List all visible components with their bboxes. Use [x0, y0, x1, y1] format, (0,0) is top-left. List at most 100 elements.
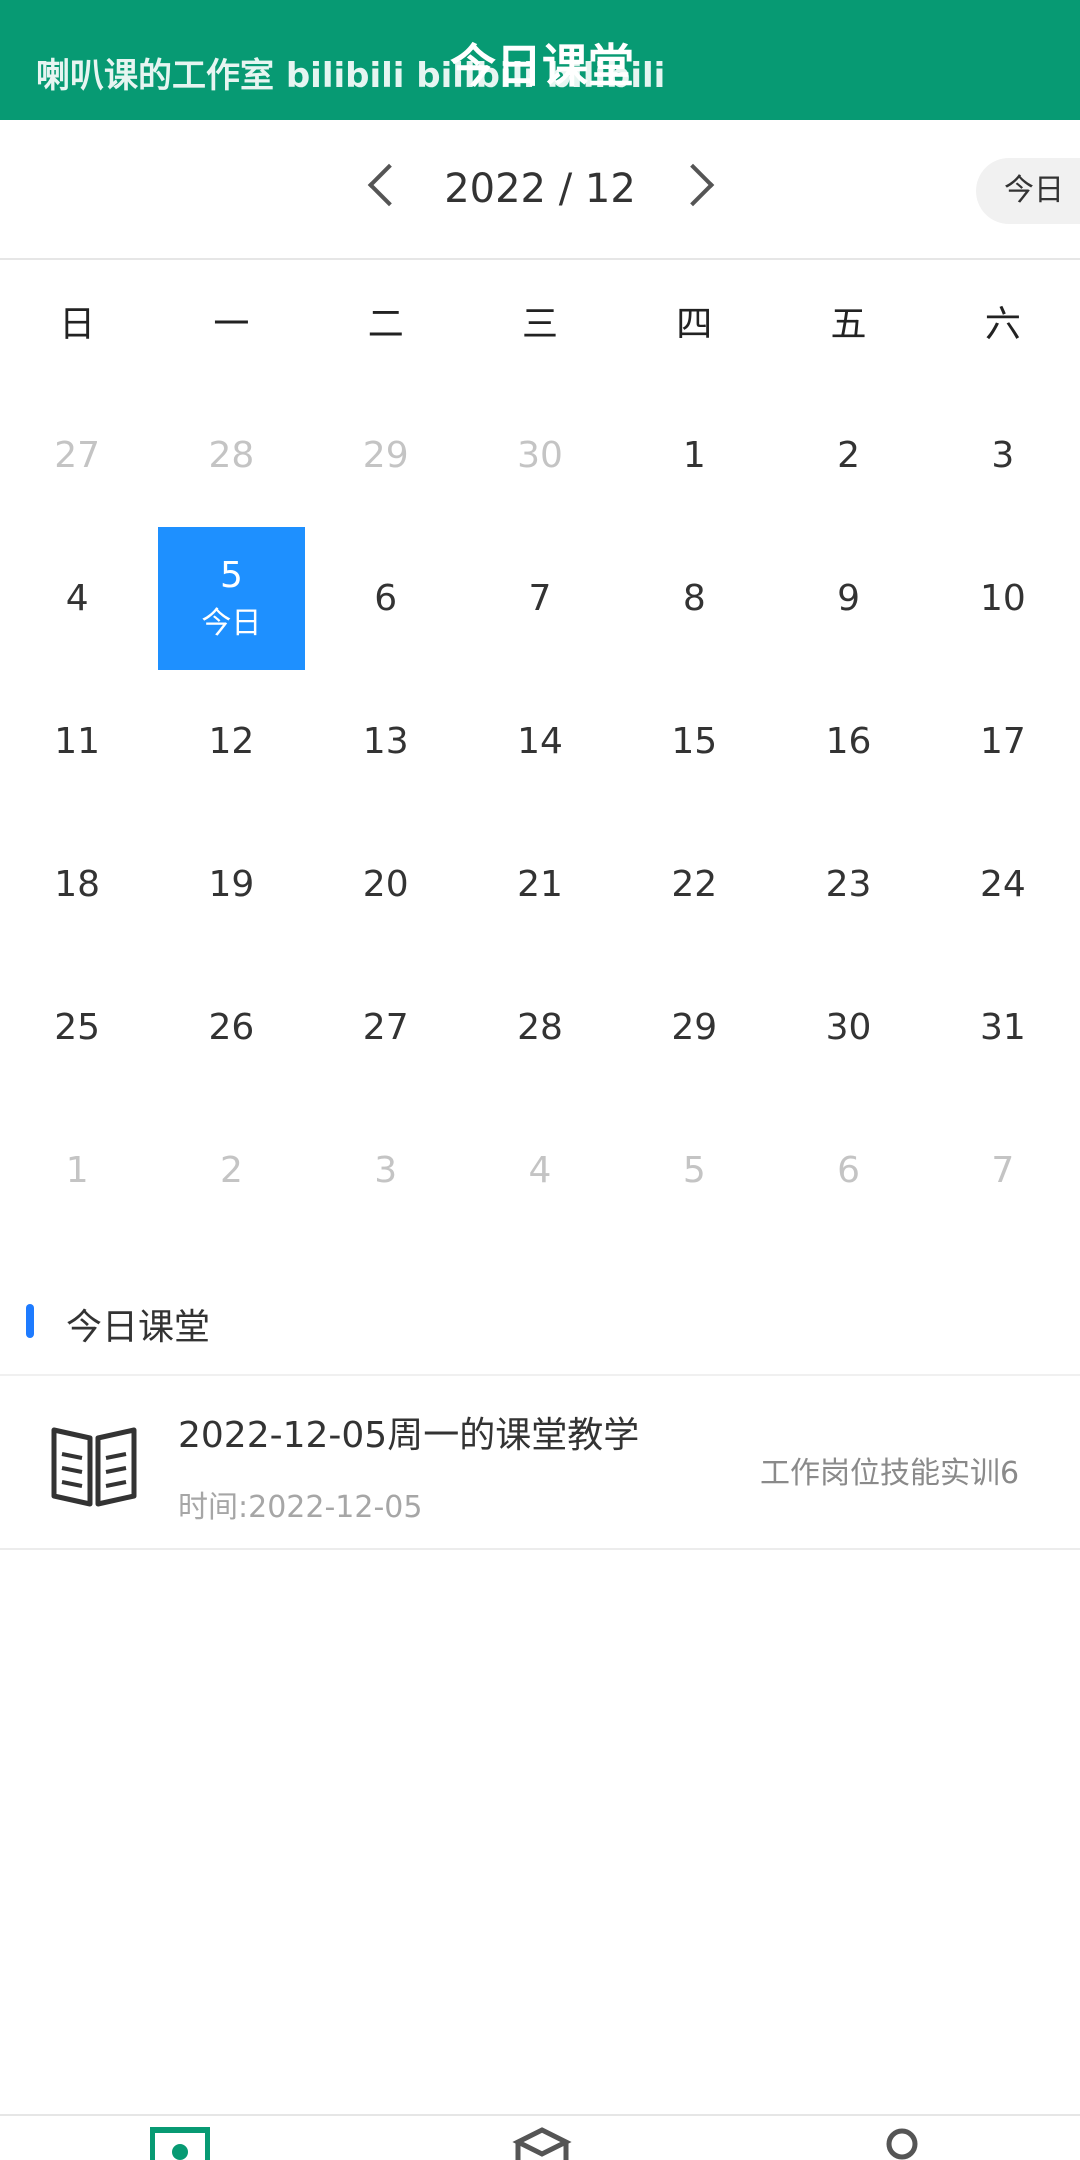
month-navigator: 2022 / 12 今日	[0, 120, 1080, 260]
calendar-day[interactable]: 3	[926, 384, 1080, 527]
calendar-day[interactable]: 23	[771, 813, 925, 956]
calendar-day-number: 30	[517, 435, 563, 476]
home-icon[interactable]	[150, 2124, 210, 2160]
class-title: 2022-12-05周一的课堂教学	[178, 1415, 640, 1456]
calendar-day[interactable]: 11	[0, 670, 154, 813]
calendar-day-number: 1	[65, 1150, 89, 1191]
calendar-day[interactable]: 28	[463, 956, 617, 1099]
calendar-day[interactable]: 31	[926, 956, 1080, 1099]
today-classes-section: 今日课堂	[0, 1280, 1080, 1368]
next-month-button[interactable]	[668, 150, 728, 220]
calendar-day-number: 1	[682, 435, 706, 476]
calendar-day-number: 5	[682, 1150, 706, 1191]
calendar-day-number: 27	[362, 1007, 409, 1048]
calendar-day[interactable]: 29	[309, 384, 463, 527]
calendar-day[interactable]: 15	[617, 670, 771, 813]
weekday-sat: 六	[984, 304, 1021, 345]
calendar-day-number: 26	[208, 1007, 255, 1048]
calendar-day[interactable]: 21	[463, 813, 617, 956]
month-label: 2022 / 12	[444, 166, 636, 212]
chevron-right-icon	[671, 163, 715, 207]
calendar-day-number: 23	[825, 864, 872, 905]
calendar-day[interactable]: 4	[463, 1099, 617, 1242]
top-header: 喇叭课的工作室 bilibili bilibili bilibili 今日课堂	[0, 0, 1080, 120]
calendar-day[interactable]: 6	[771, 1099, 925, 1242]
calendar-day-number: 9	[837, 578, 861, 619]
calendar-day[interactable]: 4	[0, 527, 154, 670]
class-card[interactable]: 2022-12-05周一的课堂教学 时间:2022-12-05 工作岗位技能实训…	[0, 1374, 1080, 1550]
calendar-day[interactable]: 3	[309, 1099, 463, 1242]
calendar-day-number: 8	[682, 578, 706, 619]
user-icon[interactable]	[872, 2124, 932, 2160]
calendar-day-number: 18	[54, 864, 101, 905]
calendar-day-number: 3	[991, 435, 1015, 476]
weekday-wed: 三	[521, 304, 558, 345]
calendar-day-number: 29	[362, 435, 409, 476]
calendar-day-number: 15	[671, 721, 718, 762]
chevron-left-icon	[367, 163, 411, 207]
calendar-day-number: 12	[208, 721, 255, 762]
calendar-day[interactable]: 13	[309, 670, 463, 813]
weekday-mon: 一	[213, 304, 250, 345]
calendar-day[interactable]: 28	[154, 384, 308, 527]
calendar-day[interactable]: 5	[617, 1099, 771, 1242]
weekday-sun: 日	[59, 304, 96, 345]
calendar-day[interactable]: 27	[0, 384, 154, 527]
calendar-day[interactable]: 8	[617, 527, 771, 670]
box-icon[interactable]	[512, 2124, 572, 2160]
calendar-day-number: 2	[837, 435, 861, 476]
calendar-day[interactable]: 2	[771, 384, 925, 527]
calendar-grid: 27 28 29 30 1 2 3 4 5 今日 6 7 8 9 10 11 12 13 14 15 16 17 18 19 2…	[0, 384, 1080, 1242]
calendar-day[interactable]: 22	[617, 813, 771, 956]
calendar-day[interactable]: 30	[463, 384, 617, 527]
class-course-name: 工作岗位技能实训6	[760, 1456, 1020, 1491]
calendar-day[interactable]: 7	[463, 527, 617, 670]
calendar-day[interactable]: 26	[154, 956, 308, 1099]
calendar-day[interactable]: 14	[463, 670, 617, 813]
calendar-day[interactable]: 9	[771, 527, 925, 670]
calendar-day[interactable]: 19	[154, 813, 308, 956]
calendar-day[interactable]: 30	[771, 956, 925, 1099]
calendar-day-number: 5	[219, 555, 243, 596]
calendar-day[interactable]: 17	[926, 670, 1080, 813]
calendar-day-number: 31	[979, 1007, 1026, 1048]
book-icon	[51, 1427, 137, 1507]
calendar-day-number: 4	[65, 578, 89, 619]
app-root: 喇叭课的工作室 bilibili bilibili bilibili 今日课堂 …	[0, 0, 1080, 2160]
calendar-day-selected[interactable]: 5 今日	[158, 527, 305, 670]
calendar-day-today-label: 今日	[201, 606, 262, 641]
calendar-day-number: 7	[528, 578, 552, 619]
calendar-day[interactable]: 20	[309, 813, 463, 956]
calendar-day-number: 20	[362, 864, 409, 905]
prev-month-button[interactable]	[354, 150, 414, 220]
calendar-day[interactable]: 10	[926, 527, 1080, 670]
calendar-day[interactable]: 2	[154, 1099, 308, 1242]
calendar-day[interactable]: 18	[0, 813, 154, 956]
calendar-day[interactable]: 6	[309, 527, 463, 670]
calendar-day-number: 24	[979, 864, 1026, 905]
calendar-day-number: 4	[528, 1150, 552, 1191]
bottom-tab-bar	[0, 2114, 1080, 2160]
calendar-day-number: 14	[517, 721, 563, 762]
calendar-day[interactable]: 1	[617, 384, 771, 527]
calendar-day[interactable]: 27	[309, 956, 463, 1099]
calendar-day[interactable]: 24	[926, 813, 1080, 956]
calendar-day-number: 6	[374, 578, 398, 619]
weekday-tue: 二	[367, 304, 404, 345]
calendar-day[interactable]: 1	[0, 1099, 154, 1242]
calendar-day-number: 2	[219, 1150, 243, 1191]
weekday-fri: 五	[830, 304, 867, 345]
calendar-day[interactable]: 16	[771, 670, 925, 813]
calendar-day[interactable]: 25	[0, 956, 154, 1099]
today-button[interactable]: 今日	[976, 158, 1080, 224]
section-accent-bar	[26, 1304, 34, 1338]
calendar-day[interactable]: 7	[926, 1099, 1080, 1242]
calendar-day-number: 10	[979, 578, 1026, 619]
calendar-day[interactable]: 12	[154, 670, 308, 813]
weekday-thu: 四	[676, 304, 713, 345]
calendar-day[interactable]: 29	[617, 956, 771, 1099]
calendar-day-number: 3	[374, 1150, 398, 1191]
calendar-day-number: 27	[54, 435, 101, 476]
calendar-day-number: 28	[208, 435, 255, 476]
class-time: 时间:2022-12-05	[178, 1490, 423, 1525]
